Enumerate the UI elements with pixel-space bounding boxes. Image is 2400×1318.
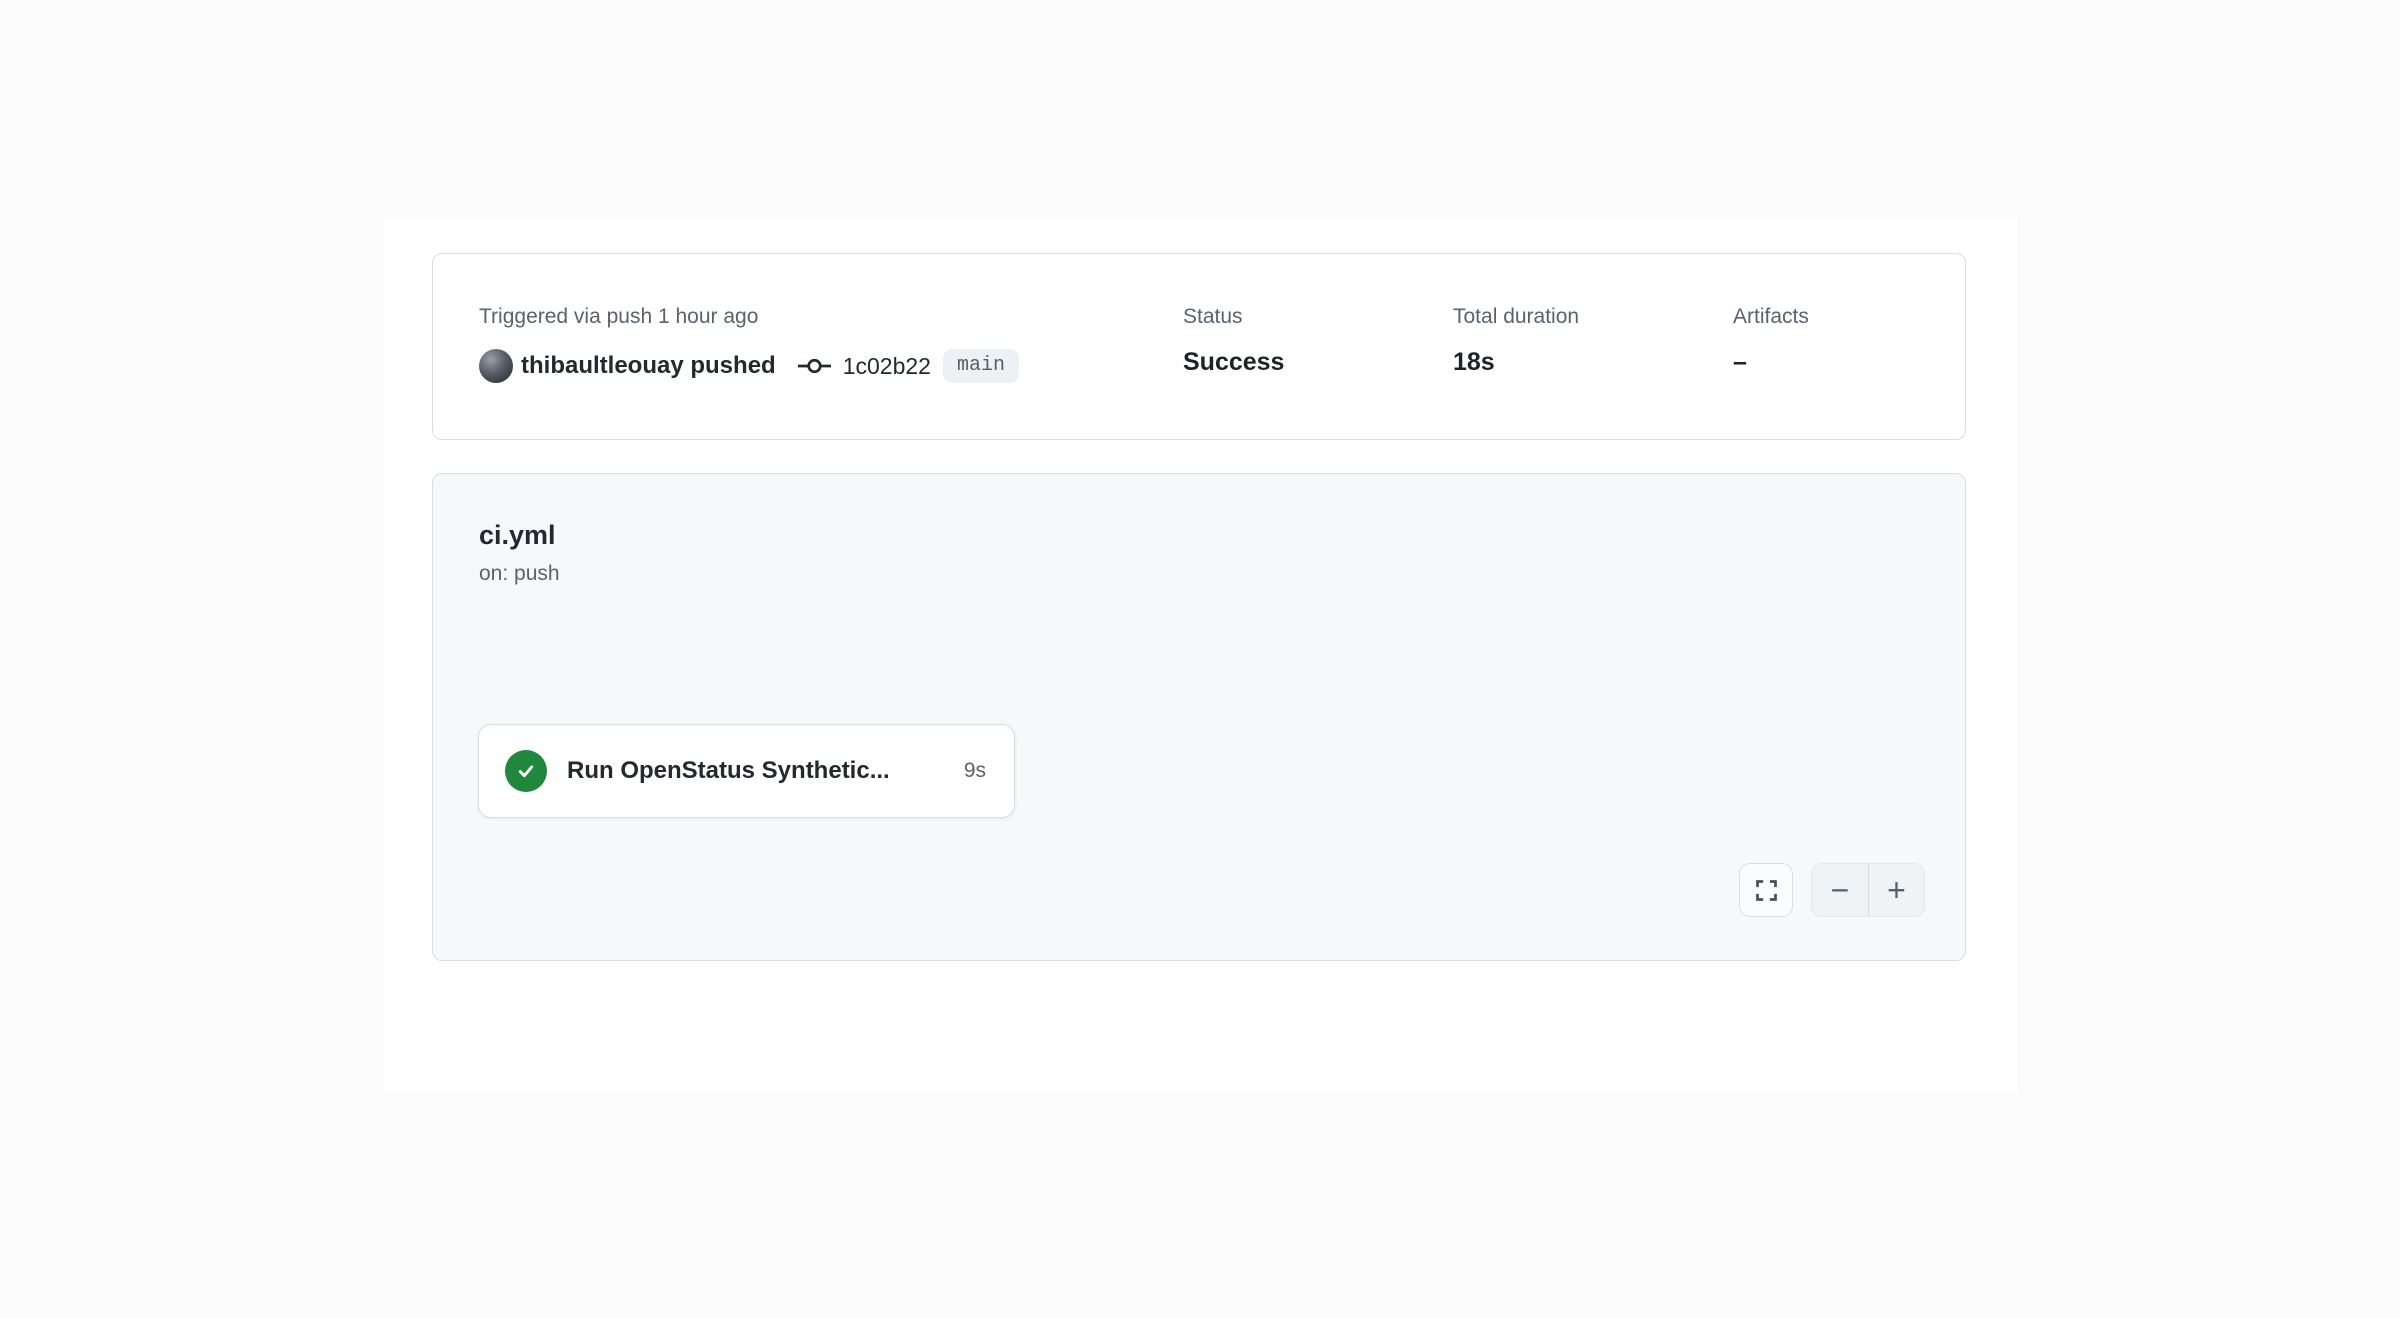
actor-name[interactable]: thibaultleouay bbox=[521, 352, 684, 379]
status-column: Status Success bbox=[1183, 304, 1453, 439]
plus-icon: + bbox=[1887, 872, 1906, 909]
workflow-run-panel: Triggered via push 1 hour ago thibaultle… bbox=[384, 217, 2017, 1093]
page: Triggered via push 1 hour ago thibaultle… bbox=[0, 0, 2400, 1318]
trigger-info: Triggered via push 1 hour ago thibaultle… bbox=[479, 304, 1183, 439]
success-check-icon bbox=[505, 750, 547, 792]
zoom-in-button[interactable]: + bbox=[1868, 864, 1924, 916]
zoom-control-group: − + bbox=[1811, 863, 1925, 917]
workflow-trigger: on: push bbox=[479, 562, 560, 586]
fullscreen-button[interactable] bbox=[1739, 863, 1793, 917]
zoom-out-button[interactable]: − bbox=[1812, 864, 1868, 916]
push-row: thibaultleouay pushed 1c02b22 main bbox=[479, 346, 1183, 386]
workflow-file-name: ci.yml bbox=[479, 520, 556, 551]
job-name: Run OpenStatus Synthetic... bbox=[567, 757, 890, 785]
trigger-label: Triggered via push 1 hour ago bbox=[479, 304, 1183, 330]
job-duration: 9s bbox=[964, 759, 986, 783]
artifacts-label: Artifacts bbox=[1733, 304, 1809, 330]
artifacts-value: – bbox=[1733, 346, 1809, 378]
status-value: Success bbox=[1183, 346, 1453, 378]
actor-line: thibaultleouay pushed bbox=[521, 352, 776, 380]
duration-column: Total duration 18s bbox=[1453, 304, 1733, 439]
job-node[interactable]: Run OpenStatus Synthetic... 9s bbox=[478, 724, 1015, 818]
duration-value: 18s bbox=[1453, 346, 1733, 378]
branch-badge[interactable]: main bbox=[943, 349, 1019, 383]
commit-sha-link[interactable]: 1c02b22 bbox=[843, 353, 931, 380]
fullscreen-icon bbox=[1753, 877, 1780, 904]
status-label: Status bbox=[1183, 304, 1453, 330]
avatar[interactable] bbox=[479, 349, 513, 383]
run-summary-card: Triggered via push 1 hour ago thibaultle… bbox=[432, 253, 1966, 440]
graph-controls: − + bbox=[1739, 863, 1925, 917]
minus-icon: − bbox=[1831, 872, 1850, 909]
summary-columns: Status Success Total duration 18s Artifa… bbox=[1183, 304, 1809, 439]
actor-action: pushed bbox=[690, 352, 775, 379]
duration-label: Total duration bbox=[1453, 304, 1733, 330]
workflow-graph-card: ci.yml on: push Run OpenStatus Synthetic… bbox=[432, 473, 1966, 961]
artifacts-column: Artifacts – bbox=[1733, 304, 1809, 439]
git-commit-icon bbox=[798, 355, 831, 377]
